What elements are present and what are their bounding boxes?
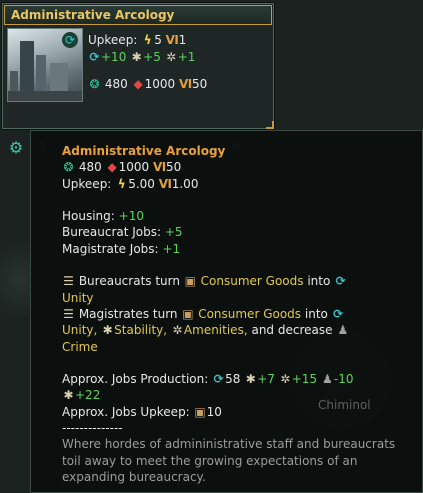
- magistrate-job-icon: ✲: [280, 372, 291, 387]
- tooltip-upkeep-energy: 5.00: [128, 176, 155, 191]
- into-text: into: [307, 274, 331, 289]
- card-upkeep-alloys: 1: [178, 33, 187, 47]
- building-thumbnail: ⟳: [7, 28, 83, 102]
- tooltip-upkeep-label: Upkeep:: [62, 176, 112, 191]
- stability-text: Stability,: [114, 323, 168, 338]
- card-cost-minerals: 1000: [144, 77, 176, 91]
- alloys-icon: Ⅵ: [178, 77, 193, 91]
- tooltip-title: Administrative Arcology: [62, 144, 226, 158]
- unity-icon: ⟳: [89, 50, 100, 64]
- amenities-text: Amenities,: [183, 323, 248, 338]
- tooltip-jobs-production-row: Approx. Jobs Production: ⟳58 ✱+7 ✲+15 ♟-…: [62, 371, 412, 387]
- tooltip-upkeep-row: Upkeep: ϟ 5.00 Ⅵ1.00: [62, 176, 412, 192]
- card-cost-row: ❂ 480 ◆ 1000 Ⅵ50: [88, 76, 207, 93]
- building-card[interactable]: Administrative Arcology ⟳ Upkeep: ϟ5 Ⅵ1 …: [2, 3, 274, 129]
- consumer-goods-text: Consumer Goods: [198, 306, 302, 321]
- consumer-goods-icon: ▣: [182, 306, 194, 321]
- alloys-icon: Ⅵ: [152, 160, 167, 175]
- lightning-icon: ϟ: [117, 176, 126, 191]
- tooltip-cost-minerals: 1000: [118, 160, 150, 175]
- card-production-row: ⟳+10 ✱+5 ✲+1: [88, 49, 207, 66]
- alloys-icon: Ⅵ: [158, 176, 172, 191]
- bureaucrats-turn-text: Bureaucrats turn: [78, 274, 180, 289]
- jp-bureaucrat-value: +7: [257, 372, 275, 387]
- card-prod-unity: +10: [101, 50, 127, 64]
- tooltip-bureaucrat-value: +5: [164, 225, 183, 240]
- tooltip-cost-influence: 480: [78, 160, 102, 175]
- jp-magistrate-value: +15: [291, 372, 318, 387]
- jobs-upkeep-label: Approx. Jobs Upkeep:: [62, 404, 190, 419]
- magistrate-job-icon: ☰: [63, 306, 74, 321]
- tooltip-bureaucrat-label: Bureaucrat Jobs:: [62, 225, 162, 240]
- card-prod-magistrate: +1: [177, 50, 196, 64]
- unity-icon: ⟳: [333, 306, 344, 321]
- tooltip-bureaucrat-desc: ☰ Bureaucrats turn ▣ Consumer Goods into…: [62, 273, 412, 289]
- bureaucrat-job-icon: ☰: [63, 274, 74, 289]
- tooltip-upkeep-alloys: 1.00: [171, 176, 199, 191]
- tooltip-magistrate-value: +1: [162, 241, 181, 256]
- card-corner-accent: [266, 121, 274, 129]
- tooltip-crime-text: Crime: [62, 339, 98, 354]
- tooltip-cost-row: ❂ 480 ◆ 1000 Ⅵ50: [62, 159, 412, 175]
- tooltip-housing-row: Housing: +10: [62, 208, 412, 224]
- card-cost-alloys: 50: [191, 77, 208, 91]
- stability-icon: ✱: [63, 388, 74, 403]
- bureaucrat-job-icon: ✱: [245, 372, 256, 387]
- card-cost-influence: 480: [104, 77, 128, 91]
- background-planet-label: Chiminol: [318, 398, 371, 412]
- consumer-goods-text: Consumer Goods: [200, 274, 304, 289]
- jobs-production-label: Approx. Jobs Production:: [62, 372, 209, 387]
- jp-crime-value: -10: [333, 372, 354, 387]
- unity-text: Unity,: [62, 323, 98, 338]
- tooltip-housing-label: Housing:: [62, 209, 115, 224]
- magistrates-turn-text: Magistrates turn: [78, 306, 178, 321]
- stability-icon: ✱: [102, 323, 113, 338]
- amenities-icon: ✲: [172, 323, 183, 338]
- unity-icon: ⟳: [62, 32, 78, 48]
- tooltip-housing-value: +10: [118, 209, 144, 224]
- card-upkeep-energy: 5: [154, 33, 162, 47]
- building-slot-icon[interactable]: ⚙: [6, 138, 26, 158]
- card-upkeep-label: Upkeep:: [88, 33, 138, 47]
- tooltip-bureaucrat-row: Bureaucrat Jobs: +5: [62, 224, 412, 240]
- unity-icon: ⟳: [213, 372, 224, 387]
- jp-unity-value: 58: [225, 372, 241, 387]
- tooltip-magistrate-label: Magistrate Jobs:: [62, 241, 159, 256]
- tooltip-magistrate-desc: ☰ Magistrates turn ▣ Consumer Goods into…: [62, 306, 412, 322]
- tooltip-description: Where hordes of admininistrative staff a…: [62, 437, 396, 484]
- influence-icon: ❂: [63, 160, 74, 175]
- alloys-icon: Ⅵ: [165, 33, 179, 47]
- magistrate-job-icon: ✲: [166, 50, 177, 64]
- jp-stability-value: +22: [75, 388, 101, 403]
- minerals-gem-icon: ◆: [133, 77, 143, 91]
- consumer-goods-icon: ▣: [194, 404, 206, 419]
- tooltip-cost-alloys: 50: [165, 160, 182, 175]
- card-upkeep-row: Upkeep: ϟ5 Ⅵ1: [88, 32, 207, 49]
- tooltip-magistrate-effects: Unity, ✱Stability, ✲Amenities, and decre…: [62, 322, 412, 338]
- lightning-icon: ϟ: [143, 33, 152, 47]
- tooltip-unity-text: Unity: [62, 290, 94, 305]
- consumer-goods-icon: ▣: [184, 274, 196, 289]
- ju-consumer-goods-value: 10: [206, 404, 222, 419]
- minerals-gem-icon: ◆: [107, 160, 117, 175]
- unity-icon: ⟳: [335, 274, 346, 289]
- tooltip-separator: --------------: [62, 421, 123, 436]
- building-tooltip: Administrative Arcology ❂ 480 ◆ 1000 Ⅵ50 …: [30, 130, 423, 493]
- card-prod-bureaucrat: +5: [143, 50, 161, 64]
- into-text: into: [304, 306, 328, 321]
- building-card-title: Administrative Arcology: [4, 5, 272, 25]
- crime-icon: ♟: [322, 372, 333, 387]
- crime-icon: ♟: [337, 323, 349, 338]
- influence-icon: ❂: [89, 77, 100, 91]
- bureaucrat-job-icon: ✱: [131, 50, 142, 64]
- and-decrease-text: and decrease: [251, 323, 333, 338]
- tooltip-magistrate-row: Magistrate Jobs: +1: [62, 241, 412, 257]
